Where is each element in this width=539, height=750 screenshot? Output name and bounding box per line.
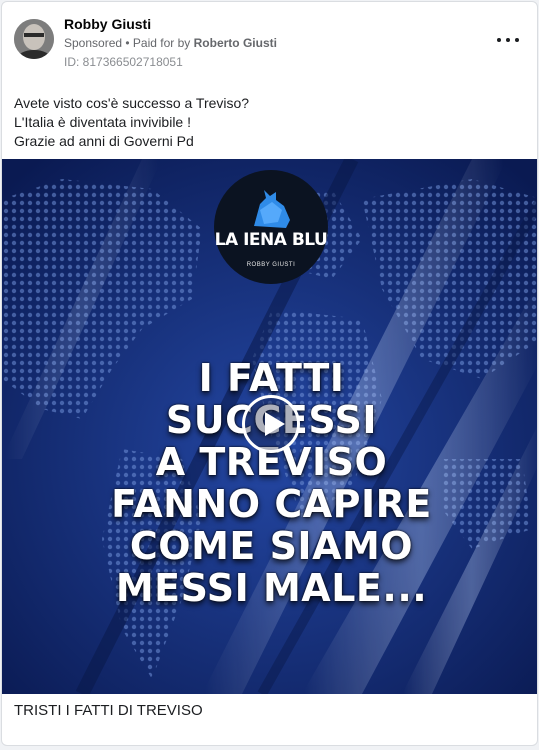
avatar-photo xyxy=(14,19,54,59)
play-button[interactable] xyxy=(242,395,300,453)
video-thumbnail[interactable]: LA IENA BLU ROBBY GIUSTI I FATTI SUCCESS… xyxy=(2,159,537,694)
headline-line: FANNO CAPIRE xyxy=(111,482,432,526)
iena-blu-logo: LA IENA BLU ROBBY GIUSTI xyxy=(214,170,328,284)
post-header: Robby Giusti Sponsored • Paid for by Rob… xyxy=(2,2,537,82)
headline-line: COME SIAMO xyxy=(129,524,414,568)
logo-subtitle: ROBBY GIUSTI xyxy=(246,262,296,268)
body-line: L'Italia è diventata invivibile ! xyxy=(14,114,191,130)
author-name[interactable]: Robby Giusti xyxy=(64,16,151,32)
post-body: Avete visto cos'è successo a Treviso? L'… xyxy=(14,94,524,151)
body-line: Avete visto cos'è successo a Treviso? xyxy=(14,95,250,111)
post-caption[interactable]: TRISTI I FATTI DI TREVISO xyxy=(14,702,203,719)
headline-line: I FATTI xyxy=(198,356,345,400)
author-avatar[interactable] xyxy=(14,19,54,59)
paid-for-prefix: • Paid for by xyxy=(125,36,191,50)
paid-for-name: Roberto Giusti xyxy=(193,36,277,50)
ad-id: ID: 817366502718051 xyxy=(64,55,183,69)
play-icon xyxy=(265,412,285,436)
headline-line: MESSI MALE... xyxy=(115,566,428,610)
sponsored-meta: Sponsored • Paid for by Roberto Giusti xyxy=(64,36,277,50)
ellipsis-icon[interactable] xyxy=(497,32,519,48)
sponsored-label: Sponsored xyxy=(64,36,123,50)
logo-title: LA IENA BLU xyxy=(214,230,328,250)
body-line: Grazie ad anni di Governi Pd xyxy=(14,133,194,149)
sponsored-post-card: Robby Giusti Sponsored • Paid for by Rob… xyxy=(1,1,538,746)
